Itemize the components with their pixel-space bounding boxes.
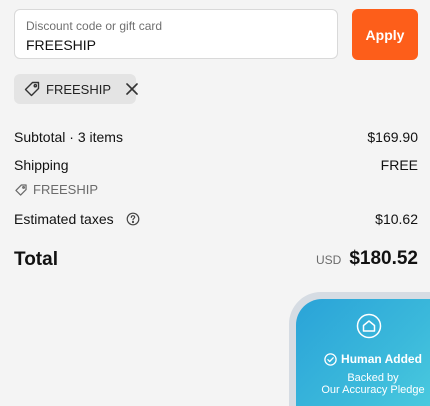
discount-code-field[interactable]: Discount code or gift card (14, 9, 338, 59)
taxes-row: Estimated taxes $10.62 (14, 210, 418, 228)
total-amount-group: USD $180.52 (315, 248, 418, 269)
applied-discount-chip: FREESHIP (14, 74, 139, 104)
shipping-discount-note: FREESHIP (14, 182, 98, 197)
discount-field-label: Discount code or gift card (26, 19, 163, 33)
check-circle-icon (324, 352, 337, 366)
badge-subtitle-line2: Our Accuracy Pledge (321, 384, 425, 396)
applied-code-label: FREESHIP (46, 81, 112, 97)
taxes-value: $10.62 (375, 211, 418, 227)
total-label: Total (14, 248, 58, 270)
home-icon (356, 313, 382, 339)
badge-title: Human Added (341, 352, 422, 366)
total-row: Total USD $180.52 (14, 248, 418, 270)
subtotal-label: Subtotal · 3 items (14, 129, 123, 145)
badge-title-row: Human Added (308, 352, 430, 366)
badge-subtitle: Backed by Our Accuracy Pledge (308, 372, 430, 396)
shipping-discount-code: FREESHIP (33, 182, 99, 197)
shipping-value: FREE (380, 157, 418, 173)
total-currency: USD (315, 253, 342, 267)
info-icon[interactable] (126, 212, 140, 226)
shipping-row: Shipping FREE (14, 156, 418, 174)
tag-icon (14, 183, 28, 197)
accuracy-pledge-badge[interactable]: Human Added Backed by Our Accuracy Pledg… (296, 299, 430, 406)
taxes-label: Estimated taxes (14, 211, 114, 227)
discount-code-input[interactable] (26, 36, 326, 54)
subtotal-value: $169.90 (367, 129, 418, 145)
remove-discount-close-icon[interactable] (125, 80, 139, 98)
badge-subtitle-line1: Backed by (347, 372, 399, 384)
shipping-label: Shipping (14, 157, 69, 173)
accuracy-pledge-badge-frame: Human Added Backed by Our Accuracy Pledg… (289, 292, 430, 406)
apply-button[interactable]: Apply (352, 9, 418, 60)
subtotal-row: Subtotal · 3 items $169.90 (14, 128, 418, 146)
total-value: $180.52 (349, 248, 418, 269)
taxes-label-group: Estimated taxes (14, 210, 140, 228)
tag-icon (23, 80, 41, 98)
